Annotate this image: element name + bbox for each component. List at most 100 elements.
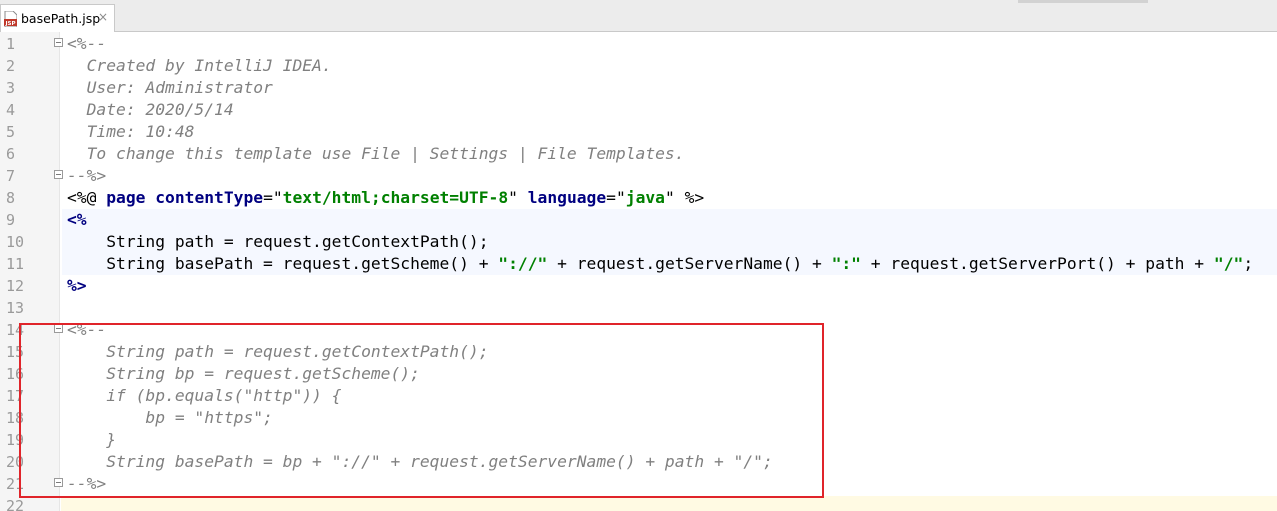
code-text: } <box>67 430 116 450</box>
code-text: To change this template use File | Setti… <box>67 144 685 164</box>
code-line[interactable]: 1 <%-- <box>0 33 1277 55</box>
code-token: Date: 2020/5/14 <box>67 100 234 119</box>
code-line[interactable]: 3 User: Administrator <box>0 77 1277 99</box>
line-number: 8 <box>6 189 16 207</box>
jsp-file-icon: JSP <box>4 11 17 27</box>
tab-file-name: basePath.jsp <box>21 11 101 26</box>
code-text: <% <box>67 210 87 230</box>
line-number: 10 <box>6 233 25 251</box>
line-number: 11 <box>6 255 25 273</box>
code-token: " <box>508 188 528 207</box>
code-line[interactable]: 12 %> <box>0 275 1277 297</box>
code-line[interactable]: 19 } <box>0 429 1277 451</box>
code-token: <%-- <box>67 34 107 53</box>
svg-text:JSP: JSP <box>4 21 15 27</box>
code-token: contentType <box>155 188 264 207</box>
code-line[interactable]: 20 String basePath = bp + "://" + reques… <box>0 451 1277 473</box>
line-number: 15 <box>6 343 25 361</box>
code-line[interactable]: 14 <%-- <box>0 319 1277 341</box>
code-token: String path = request.getContextPath(); <box>67 342 489 361</box>
code-line[interactable]: 5 Time: 10:48 <box>0 121 1277 143</box>
code-token: "/" <box>1213 254 1244 273</box>
code-line[interactable]: 21 --%> <box>0 473 1277 495</box>
code-line[interactable]: 18 bp = "https"; <box>0 407 1277 429</box>
code-token: To change this template use File | Setti… <box>67 144 685 163</box>
code-editor[interactable]: 1 <%-- 2 Created by IntelliJ IDEA. 3 User: … <box>0 32 1277 511</box>
code-line[interactable]: 4 Date: 2020/5/14 <box>0 99 1277 121</box>
code-token: %> <box>67 276 87 295</box>
code-token: ; <box>1243 254 1254 273</box>
line-number: 3 <box>6 79 16 97</box>
scroll-hint <box>1018 0 1148 3</box>
code-text: String basePath = bp + "://" + request.g… <box>67 452 773 472</box>
code-token: java <box>625 188 665 207</box>
fold-toggle-icon[interactable] <box>54 170 63 179</box>
code-text: Created by IntelliJ IDEA. <box>67 56 332 76</box>
code-token: bp = "https"; <box>67 408 273 427</box>
line-number: 21 <box>6 475 25 493</box>
line-number: 19 <box>6 431 25 449</box>
line-number: 13 <box>6 299 25 317</box>
code-token: String basePath = bp + "://" + request.g… <box>67 452 773 471</box>
line-number: 1 <box>6 35 16 53</box>
line-number: 2 <box>6 57 16 75</box>
close-icon[interactable]: × <box>98 10 108 24</box>
line-number: 16 <box>6 365 25 383</box>
fold-toggle-icon[interactable] <box>54 324 63 333</box>
code-text: String bp = request.getScheme(); <box>67 364 420 384</box>
code-line[interactable]: 2 Created by IntelliJ IDEA. <box>0 55 1277 77</box>
code-line[interactable]: 16 String bp = request.getScheme(); <box>0 363 1277 385</box>
code-text: String path = request.getContextPath(); <box>67 342 489 362</box>
code-token: --%> <box>67 474 107 493</box>
line-number: 6 <box>6 145 16 163</box>
fold-toggle-icon[interactable] <box>54 478 63 487</box>
code-token: + request.getServerName() + <box>547 254 832 273</box>
code-token: ":" <box>831 254 861 273</box>
jsp-scriptlet-background <box>62 209 1277 231</box>
code-token: page <box>106 188 156 207</box>
code-text: --%> <box>67 474 106 494</box>
line-number: 7 <box>6 167 16 185</box>
code-text: String basePath = request.getScheme() + … <box>67 254 1253 274</box>
tab-basepath-jsp[interactable]: JSP basePath.jsp × <box>0 4 115 32</box>
line-number: 12 <box>6 277 25 295</box>
fold-toggle-icon[interactable] <box>54 38 63 47</box>
code-line[interactable]: 11 String basePath = request.getScheme()… <box>0 253 1277 275</box>
code-token: <% <box>67 210 87 229</box>
code-token: + request.getServerPort() + path + <box>861 254 1214 273</box>
line-number: 22 <box>6 497 25 511</box>
code-text: bp = "https"; <box>67 408 273 428</box>
code-line[interactable]: 8 <%@ page contentType="text/html;charset… <box>0 187 1277 209</box>
code-text: Date: 2020/5/14 <box>67 100 234 120</box>
code-token: =" <box>606 188 626 207</box>
code-line[interactable]: 9 <% <box>0 209 1277 231</box>
code-text: %> <box>67 276 87 296</box>
code-token: if (bp.equals("http")) { <box>67 386 342 405</box>
code-text: Time: 10:48 <box>67 122 195 142</box>
code-token: text/html;charset=UTF-8 <box>282 188 509 207</box>
code-line[interactable]: 22 <box>0 495 1277 511</box>
line-number: 5 <box>6 123 16 141</box>
code-line[interactable]: 17 if (bp.equals("http")) { <box>0 385 1277 407</box>
code-token: String basePath = request.getScheme() + <box>67 254 499 273</box>
code-line[interactable]: 15 String path = request.getContextPath(… <box>0 341 1277 363</box>
code-line[interactable]: 10 String path = request.getContextPath(… <box>0 231 1277 253</box>
code-line[interactable]: 7 --%> <box>0 165 1277 187</box>
code-text: if (bp.equals("http")) { <box>67 386 341 406</box>
code-text: String path = request.getContextPath(); <box>67 232 488 252</box>
line-number: 9 <box>6 211 16 229</box>
code-text: User: Administrator <box>67 78 273 98</box>
code-text: --%> <box>67 166 106 186</box>
code-text: <%-- <box>67 320 106 340</box>
code-token: =" <box>263 188 283 207</box>
code-token: <%-- <box>67 320 107 339</box>
code-token: --%> <box>67 166 107 185</box>
code-line[interactable]: 13 <box>0 297 1277 319</box>
line-number: 20 <box>6 453 25 471</box>
code-token: Created by IntelliJ IDEA. <box>67 56 332 75</box>
line-number: 18 <box>6 409 25 427</box>
editor-tab-bar: JSP basePath.jsp × <box>0 0 1277 32</box>
code-token: } <box>67 430 117 449</box>
code-line[interactable]: 6 To change this template use File | Set… <box>0 143 1277 165</box>
line-number: 17 <box>6 387 25 405</box>
